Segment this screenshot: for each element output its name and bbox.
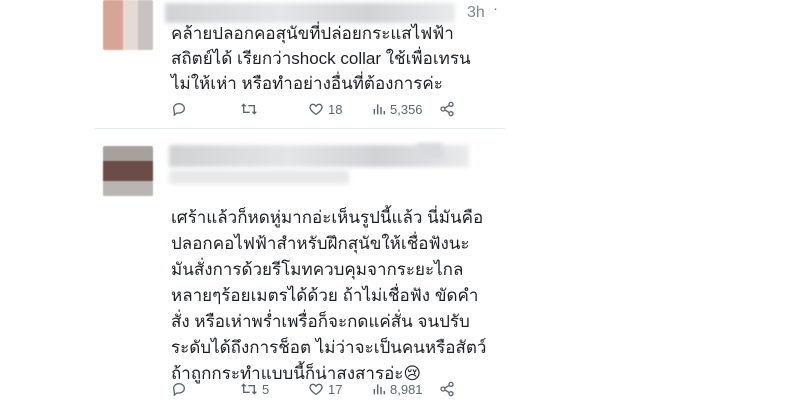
reply-button[interactable] xyxy=(171,101,191,117)
retweet-button[interactable] xyxy=(240,101,262,117)
avatar[interactable] xyxy=(103,146,153,196)
share-icon xyxy=(440,101,454,117)
share-button[interactable] xyxy=(439,381,455,397)
share-button[interactable] xyxy=(439,101,455,117)
reply-thread: · 3h คล้ายปลอกคอสุนัขที่ปล่อยกระแสไฟฟ้า … xyxy=(0,0,800,414)
author-handle-blurred[interactable] xyxy=(169,170,349,184)
timestamp[interactable]: 3h xyxy=(467,4,485,22)
reply-icon xyxy=(172,102,186,117)
tweet-2[interactable]: เศร้าแล้วก็หดหู่มากอ่ะเห็นรูปนี้แล้ว นี่… xyxy=(95,130,505,414)
view-count: 8,981 xyxy=(390,381,423,397)
retweet-count: 5 xyxy=(262,381,270,397)
like-button[interactable]: 18 xyxy=(308,101,342,117)
tweet-1[interactable]: · 3h คล้ายปลอกคอสุนัขที่ปล่อยกระแสไฟฟ้า … xyxy=(95,0,505,128)
tweet-text: เศร้าแล้วก็หดหู่มากอ่ะเห็นรูปนี้แล้ว นี่… xyxy=(171,208,487,383)
reply-icon xyxy=(172,382,186,397)
views-button[interactable]: 8,981 xyxy=(372,381,423,397)
heart-icon xyxy=(309,383,323,396)
like-button[interactable]: 17 xyxy=(308,381,342,397)
share-icon xyxy=(440,381,454,397)
views-button[interactable]: 5,356 xyxy=(372,101,423,117)
dot-separator-icon: · xyxy=(493,0,498,17)
action-bar: 5 17 8,981 xyxy=(171,381,505,403)
timestamp-blurred[interactable] xyxy=(417,143,443,159)
reply-button[interactable] xyxy=(171,381,191,397)
heart-icon xyxy=(309,103,323,116)
view-count: 5,356 xyxy=(390,101,423,117)
views-icon xyxy=(373,104,386,115)
retweet-icon xyxy=(241,383,257,395)
tweet-text: คล้ายปลอกคอสุนัขที่ปล่อยกระแสไฟฟ้า สถิตย… xyxy=(171,24,471,93)
like-count: 17 xyxy=(328,381,343,397)
divider xyxy=(95,128,505,129)
avatar[interactable] xyxy=(103,0,153,50)
like-count: 18 xyxy=(328,101,343,117)
views-icon xyxy=(373,384,386,395)
action-bar: 18 5,356 xyxy=(171,101,505,123)
retweet-button[interactable]: 5 xyxy=(240,381,269,397)
retweet-icon xyxy=(241,103,257,115)
author-name-blurred[interactable] xyxy=(165,3,455,23)
